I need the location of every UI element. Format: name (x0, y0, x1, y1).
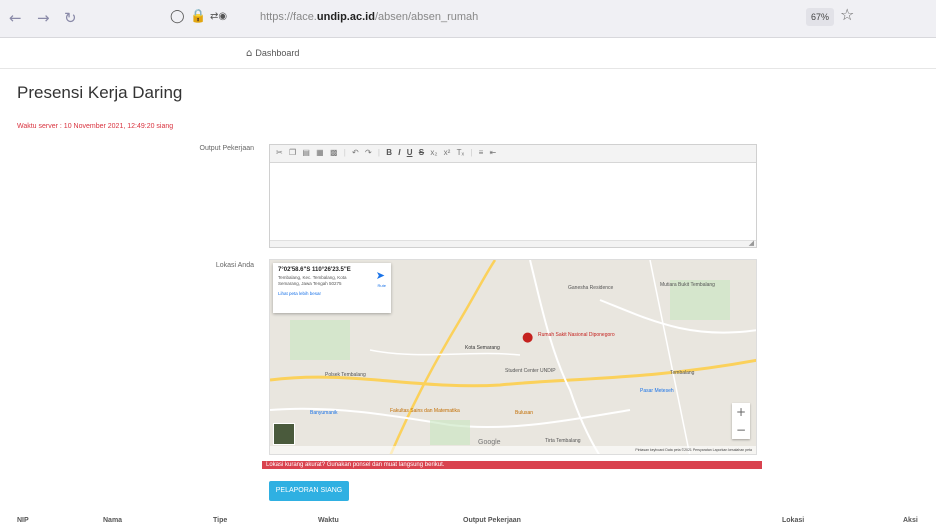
url-text[interactable]: https://face.undip.ac.id/absen/absen_rum… (260, 11, 478, 23)
resize-handle-icon[interactable]: ◢ (749, 239, 754, 247)
location-map[interactable]: 7°02'58.6"S 110°26'23.5"E Tembalang, Kec… (269, 259, 757, 455)
map-place[interactable]: Rumah Sakit Nasional Diponegoro (538, 332, 615, 338)
column-header-aksi[interactable]: Aksi (903, 517, 918, 524)
permissions-icon[interactable]: ⇄◉ (210, 11, 227, 22)
location-alert: Lokasi kurang akurat? Gunakan ponsel dan… (262, 461, 762, 469)
toolbar-separator: | (343, 148, 346, 157)
reload-icon[interactable]: ↻ (64, 9, 77, 27)
zoom-out-icon[interactable]: − (732, 421, 750, 439)
column-header-lokasi[interactable]: Lokasi (782, 517, 804, 524)
browser-toolbar: ← → ↻ ◯ 🔒 ⇄◉ https://face.undip.ac.id/ab… (0, 0, 936, 38)
column-header-tipe[interactable]: Tipe (213, 517, 227, 524)
zoom-indicator[interactable]: 67% (806, 8, 834, 26)
shield-icon[interactable]: ◯ (170, 9, 185, 24)
map-place[interactable]: Student Center UNDIP (505, 368, 556, 374)
column-header-nama[interactable]: Nama (103, 517, 122, 524)
forward-icon[interactable]: → (37, 9, 50, 27)
map-place[interactable]: Ganesha Residence (568, 285, 613, 291)
back-icon[interactable]: ← (9, 9, 22, 27)
paste-text-icon[interactable]: ▦ (316, 148, 324, 157)
map-place[interactable]: Polsek Tembalang (325, 372, 366, 378)
map-place[interactable]: Tirta Tembalang (545, 438, 581, 444)
paste-icon[interactable]: ▤ (302, 148, 310, 157)
toolbar-separator: | (470, 148, 473, 157)
column-header-waktu[interactable]: Waktu (318, 517, 339, 524)
outdent-icon[interactable]: ⇤ (490, 148, 497, 157)
map-footer: Pintasan keyboard Data peta ©2021 Persya… (270, 446, 756, 454)
italic-icon[interactable]: I (398, 148, 400, 157)
zoom-in-icon[interactable]: + (732, 403, 750, 421)
map-address: Tembalang, Kec. Tembalang, Kota Semarang… (278, 275, 347, 286)
paste-word-icon[interactable]: ▩ (330, 148, 338, 157)
server-time: Waktu server : 10 November 2021, 12:49:2… (17, 123, 174, 130)
map-place[interactable]: Pasar Meteseh (640, 388, 674, 394)
map-zoom-control[interactable]: + − (732, 403, 750, 439)
location-label: Lokasi Anda (215, 262, 254, 269)
larger-map-link[interactable]: Lihat peta lebih besar (278, 291, 386, 296)
bookmark-star-icon[interactable]: ☆ (840, 5, 854, 24)
map-coords: 7°02'58.6"S 110°26'23.5"E (278, 267, 351, 273)
route-label[interactable]: Rute (378, 283, 386, 288)
list-icon[interactable]: ≡ (479, 148, 484, 157)
map-place[interactable]: Banyumanik (310, 410, 338, 416)
bold-icon[interactable]: B (386, 148, 392, 157)
output-label: Output Pekerjaan (199, 145, 254, 152)
map-place[interactable]: Mutiara Bukit Tembalang (660, 282, 715, 288)
column-header-nip[interactable]: NIP (17, 517, 29, 524)
directions-icon[interactable]: ➤ (376, 269, 385, 282)
toolbar-separator: | (377, 148, 380, 157)
column-header-output[interactable]: Output Pekerjaan (463, 517, 521, 524)
strike-icon[interactable]: S (419, 148, 424, 157)
map-place[interactable]: Fakultas Sains dan Matematika (390, 408, 460, 414)
subscript-icon[interactable]: x₂ (430, 148, 437, 157)
home-icon: ⌂ (246, 48, 253, 59)
page-title: Presensi Kerja Daring (17, 83, 183, 102)
satellite-toggle[interactable] (273, 423, 295, 445)
map-place[interactable]: Bulusan (515, 410, 533, 416)
map-info-window: 7°02'58.6"S 110°26'23.5"E Tembalang, Kec… (273, 263, 391, 313)
lock-icon[interactable]: 🔒 (190, 9, 206, 24)
cut-icon[interactable]: ✂ (276, 148, 283, 157)
submit-report-button[interactable]: PELAPORAN SIANG (269, 481, 349, 501)
remove-format-icon[interactable]: Tₓ (457, 148, 465, 157)
redo-icon[interactable]: ↷ (365, 148, 372, 157)
url-bar[interactable]: ◯ 🔒 ⇄◉ https://face.undip.ac.id/absen/ab… (158, 6, 858, 32)
google-logo: Google (478, 439, 501, 446)
dashboard-link[interactable]: ⌂ Dashboard (246, 48, 299, 59)
editor-toolbar: ✂ ❐ ▤ ▦ ▩ | ↶ ↷ | B I U S x₂ x² Tₓ | ≡ ⇤ (270, 145, 756, 163)
copy-icon[interactable]: ❐ (289, 148, 296, 157)
undo-icon[interactable]: ↶ (352, 148, 359, 157)
output-editor[interactable]: ✂ ❐ ▤ ▦ ▩ | ↶ ↷ | B I U S x₂ x² Tₓ | ≡ ⇤… (269, 144, 757, 248)
map-place[interactable]: Kota Semarang (465, 345, 500, 351)
underline-icon[interactable]: U (407, 148, 413, 157)
location-marker-icon[interactable]: ● (522, 330, 533, 345)
editor-statusbar (270, 240, 756, 247)
superscript-icon[interactable]: x² (444, 148, 451, 157)
map-place[interactable]: Tembalang (670, 370, 694, 376)
top-navbar: ⌂ Dashboard (0, 38, 936, 69)
